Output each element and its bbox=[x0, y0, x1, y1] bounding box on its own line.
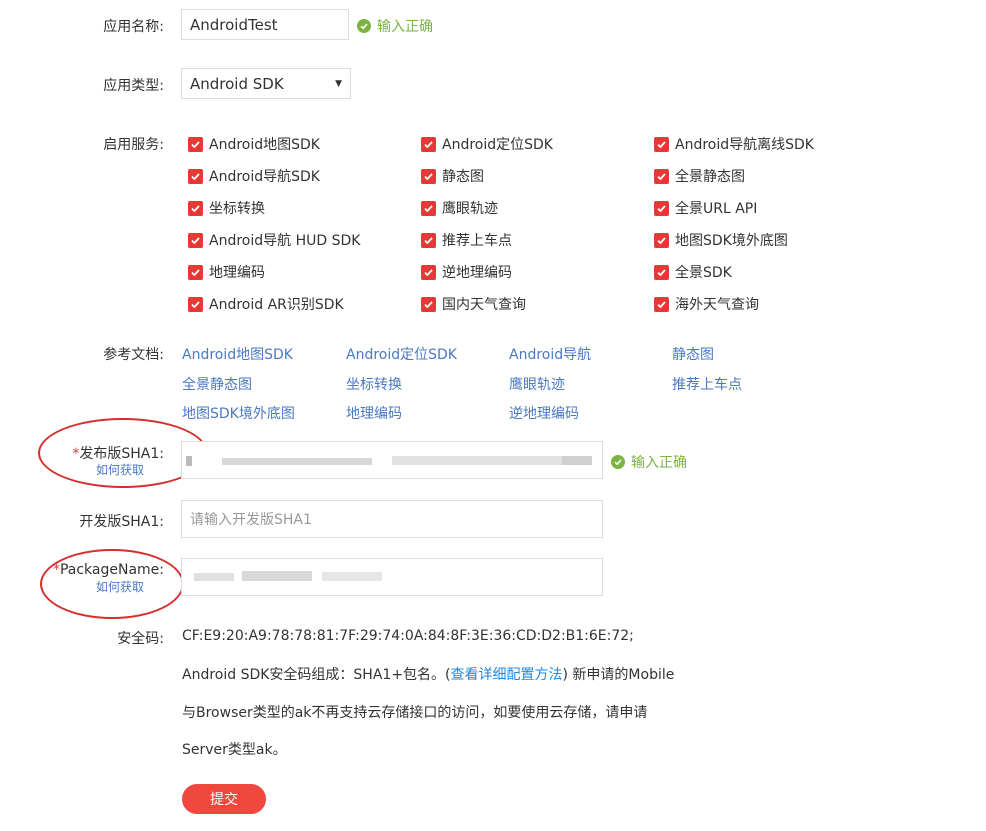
checkbox-checked-icon bbox=[188, 168, 203, 184]
checkbox-checked-icon bbox=[421, 296, 436, 312]
checkbox-checked-icon bbox=[421, 136, 436, 152]
checkbox-checked-icon bbox=[188, 296, 203, 312]
config-method-link[interactable]: 查看详细配置方法 bbox=[451, 667, 563, 683]
service-checkbox[interactable]: 静态图 bbox=[421, 166, 484, 186]
service-label: 全景SDK bbox=[675, 265, 732, 281]
service-checkbox[interactable]: 海外天气查询 bbox=[654, 294, 759, 314]
security-code: CF:E9:20:A9:78:78:81:7F:29:74:0A:84:8F:3… bbox=[182, 628, 634, 644]
docs-label: 参考文档: bbox=[103, 347, 164, 363]
app-name-status: 输入正确 bbox=[357, 16, 433, 36]
service-checkbox[interactable]: 鹰眼轨迹 bbox=[421, 198, 498, 218]
release-sha1-status: 输入正确 bbox=[611, 452, 687, 472]
doc-link[interactable]: 坐标转换 bbox=[346, 374, 402, 394]
service-label: Android导航离线SDK bbox=[675, 137, 814, 153]
doc-link[interactable]: Android定位SDK bbox=[346, 344, 457, 364]
check-circle-icon bbox=[357, 19, 371, 33]
checkbox-checked-icon bbox=[654, 232, 669, 248]
service-checkbox[interactable]: Android定位SDK bbox=[421, 134, 553, 154]
app-type-label: 应用类型: bbox=[103, 78, 164, 94]
service-label: 推荐上车点 bbox=[442, 233, 512, 249]
service-checkbox[interactable]: 全景URL API bbox=[654, 198, 757, 218]
checkbox-checked-icon bbox=[654, 264, 669, 280]
service-checkbox[interactable]: Android导航离线SDK bbox=[654, 134, 814, 154]
service-checkbox[interactable]: 全景SDK bbox=[654, 262, 732, 282]
checkbox-checked-icon bbox=[421, 168, 436, 184]
service-label: 全景URL API bbox=[675, 201, 758, 217]
service-label: 全景静态图 bbox=[675, 169, 745, 185]
release-sha1-status-text: 输入正确 bbox=[631, 455, 687, 471]
checkbox-checked-icon bbox=[654, 296, 669, 312]
security-note-line2: 与Browser类型的ak不再支持云存储接口的访问，如要使用云存储，请申请 bbox=[182, 705, 648, 721]
submit-button[interactable]: 提交 bbox=[182, 784, 266, 814]
service-checkbox[interactable]: Android AR识别SDK bbox=[188, 294, 344, 314]
service-label: Android导航 HUD SDK bbox=[209, 233, 361, 249]
service-label: 静态图 bbox=[442, 169, 484, 185]
doc-link[interactable]: 静态图 bbox=[672, 344, 714, 364]
service-checkbox[interactable]: Android地图SDK bbox=[188, 134, 320, 154]
doc-link[interactable]: Android地图SDK bbox=[182, 344, 293, 364]
service-label: Android导航SDK bbox=[209, 169, 320, 185]
service-label: 海外天气查询 bbox=[675, 297, 759, 313]
doc-link[interactable]: 鹰眼轨迹 bbox=[509, 374, 565, 394]
doc-link[interactable]: 推荐上车点 bbox=[672, 374, 742, 394]
app-name-status-text: 输入正确 bbox=[377, 19, 433, 35]
doc-link[interactable]: 逆地理编码 bbox=[509, 403, 579, 423]
service-label: 逆地理编码 bbox=[442, 265, 512, 281]
checkbox-checked-icon bbox=[421, 264, 436, 280]
doc-link[interactable]: 地理编码 bbox=[346, 403, 402, 423]
doc-link[interactable]: 地图SDK境外底图 bbox=[182, 403, 295, 423]
app-type-select[interactable]: Android SDK ▼ bbox=[181, 68, 351, 99]
release-sha1-input[interactable] bbox=[181, 441, 603, 479]
checkbox-checked-icon bbox=[654, 200, 669, 216]
service-checkbox[interactable]: 国内天气查询 bbox=[421, 294, 526, 314]
service-label: 地理编码 bbox=[209, 265, 265, 281]
security-note-line3: Server类型ak。 bbox=[182, 742, 287, 758]
service-checkbox[interactable]: 地图SDK境外底图 bbox=[654, 230, 788, 250]
app-name-value: AndroidTest bbox=[190, 15, 278, 34]
service-checkbox[interactable]: Android导航 HUD SDK bbox=[188, 230, 360, 250]
package-name-input[interactable] bbox=[181, 558, 603, 596]
checkbox-checked-icon bbox=[188, 200, 203, 216]
checkbox-checked-icon bbox=[188, 232, 203, 248]
debug-sha1-label: 开发版SHA1: bbox=[79, 514, 164, 530]
debug-sha1-placeholder: 请输入开发版SHA1 bbox=[190, 512, 312, 528]
security-note-line1: Android SDK安全码组成：SHA1+包名。(查看详细配置方法) 新申请的… bbox=[182, 667, 675, 683]
checkbox-checked-icon bbox=[188, 136, 203, 152]
doc-link[interactable]: Android导航 bbox=[509, 344, 591, 364]
security-label: 安全码: bbox=[117, 631, 164, 647]
service-label: Android AR识别SDK bbox=[209, 297, 344, 313]
checkbox-checked-icon bbox=[188, 264, 203, 280]
service-label: 坐标转换 bbox=[209, 201, 265, 217]
check-circle-icon bbox=[611, 455, 625, 469]
app-name-label: 应用名称: bbox=[103, 19, 164, 35]
service-checkbox[interactable]: 全景静态图 bbox=[654, 166, 745, 186]
service-label: 地图SDK境外底图 bbox=[675, 233, 788, 249]
services-label: 启用服务: bbox=[103, 137, 164, 153]
app-name-input[interactable]: AndroidTest bbox=[181, 9, 349, 40]
service-checkbox[interactable]: 逆地理编码 bbox=[421, 262, 512, 282]
service-label: 国内天气查询 bbox=[442, 297, 526, 313]
service-label: Android地图SDK bbox=[209, 137, 320, 153]
caret-down-icon: ▼ bbox=[335, 78, 342, 89]
service-checkbox[interactable]: 地理编码 bbox=[188, 262, 265, 282]
checkbox-checked-icon bbox=[654, 136, 669, 152]
annotation-circle bbox=[40, 549, 184, 619]
service-label: Android定位SDK bbox=[442, 137, 553, 153]
doc-link[interactable]: 全景静态图 bbox=[182, 374, 252, 394]
service-label: 鹰眼轨迹 bbox=[442, 201, 498, 217]
checkbox-checked-icon bbox=[421, 200, 436, 216]
debug-sha1-input[interactable]: 请输入开发版SHA1 bbox=[181, 500, 603, 538]
checkbox-checked-icon bbox=[421, 232, 436, 248]
service-checkbox[interactable]: 推荐上车点 bbox=[421, 230, 512, 250]
service-checkbox[interactable]: Android导航SDK bbox=[188, 166, 320, 186]
app-type-value: Android SDK bbox=[190, 74, 284, 93]
service-checkbox[interactable]: 坐标转换 bbox=[188, 198, 265, 218]
checkbox-checked-icon bbox=[654, 168, 669, 184]
